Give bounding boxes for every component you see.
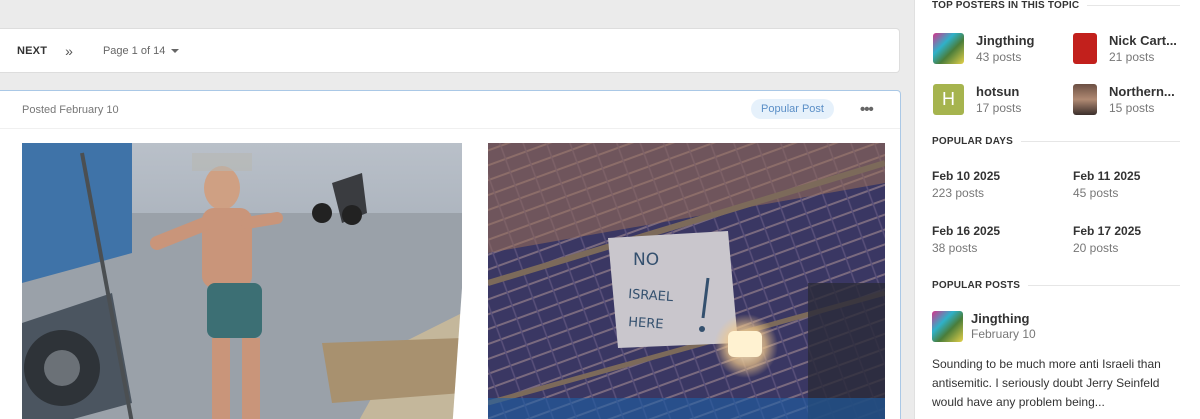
popular-day-item[interactable]: Feb 16 2025 38 posts	[932, 223, 1000, 257]
popular-day-item[interactable]: Feb 10 2025 223 posts	[932, 168, 1000, 202]
post-date[interactable]: Posted February 10	[22, 104, 119, 116]
avatar[interactable]	[932, 311, 963, 342]
avatar[interactable]	[1073, 84, 1097, 115]
popular-days-title: POPULAR DAYS	[932, 136, 1013, 147]
poster-post-count: 21 posts	[1109, 50, 1155, 64]
popular-post-date: February 10	[971, 327, 1036, 341]
popular-post-author[interactable]: Jingthing	[971, 311, 1036, 327]
top-poster-item[interactable]: Jingthing 43 posts	[933, 33, 1035, 65]
top-posters-title: TOP POSTERS IN THIS TOPIC	[932, 0, 1080, 11]
popular-day-date[interactable]: Feb 10 2025	[932, 168, 1000, 185]
top-poster-item[interactable]: Northern... 15 posts	[1073, 84, 1175, 116]
top-poster-item[interactable]: H hotsun 17 posts	[933, 84, 1021, 116]
post-image-sign[interactable]: NO ISRAEL HERE	[488, 143, 885, 419]
sign-word-israel: ISRAEL	[628, 287, 675, 305]
popular-day-item[interactable]: Feb 17 2025 20 posts	[1073, 223, 1141, 257]
popular-day-count: 223 posts	[932, 186, 985, 200]
popular-days-heading: POPULAR DAYS	[932, 136, 1180, 147]
double-chevron-right-icon[interactable]: »	[65, 44, 73, 58]
popular-day-count: 20 posts	[1073, 241, 1119, 255]
popular-day-count: 38 posts	[932, 241, 978, 255]
caret-down-icon	[171, 48, 180, 53]
poster-name[interactable]: hotsun	[976, 84, 1021, 100]
popular-posts-title: POPULAR POSTS	[932, 280, 1021, 291]
sign-word-here: HERE	[628, 315, 664, 332]
sidebar: TOP POSTERS IN THIS TOPIC Jingthing 43 p…	[914, 0, 1200, 419]
popular-day-item[interactable]: Feb 11 2025 45 posts	[1073, 168, 1140, 202]
page-indicator: Page 1 of 14	[102, 44, 166, 57]
post-image-street[interactable]	[22, 143, 462, 419]
popular-post-meta[interactable]: Jingthing February 10	[932, 311, 1036, 342]
popular-posts-heading: POPULAR POSTS	[932, 280, 1180, 291]
popular-day-date[interactable]: Feb 17 2025	[1073, 223, 1141, 240]
sign-scene-illustration: NO ISRAEL HERE	[488, 143, 885, 419]
avatar[interactable]	[1073, 33, 1097, 64]
popular-post-excerpt[interactable]: Sounding to be much more anti Israeli th…	[932, 355, 1184, 412]
post-header: Posted February 10 Popular Post •••	[0, 91, 900, 129]
more-options-icon[interactable]: •••	[860, 101, 874, 118]
poster-name[interactable]: Nick Cart...	[1109, 33, 1177, 49]
poster-post-count: 15 posts	[1109, 101, 1155, 115]
avatar[interactable]	[933, 33, 964, 64]
popular-day-date[interactable]: Feb 16 2025	[932, 223, 1000, 240]
avatar-letter[interactable]: H	[933, 84, 964, 115]
poster-name[interactable]: Northern...	[1109, 84, 1175, 100]
page-jump-dropdown[interactable]: Page 1 of 14	[102, 44, 180, 57]
sign-word-no: NO	[633, 250, 659, 270]
poster-name[interactable]: Jingthing	[976, 33, 1035, 49]
top-poster-item[interactable]: Nick Cart... 21 posts	[1073, 33, 1177, 65]
popular-day-date[interactable]: Feb 11 2025	[1073, 168, 1140, 185]
popular-day-count: 45 posts	[1073, 186, 1119, 200]
top-posters-heading: TOP POSTERS IN THIS TOPIC	[932, 0, 1180, 11]
street-scene-illustration	[22, 143, 462, 419]
popular-post-badge: Popular Post	[751, 99, 834, 119]
post-card: Posted February 10 Popular Post ••• NO I…	[0, 90, 901, 419]
next-page-link[interactable]: NEXT	[17, 45, 47, 57]
pagination-bar: NEXT » Page 1 of 14	[0, 28, 900, 73]
poster-post-count: 17 posts	[976, 101, 1022, 115]
poster-post-count: 43 posts	[976, 50, 1022, 64]
